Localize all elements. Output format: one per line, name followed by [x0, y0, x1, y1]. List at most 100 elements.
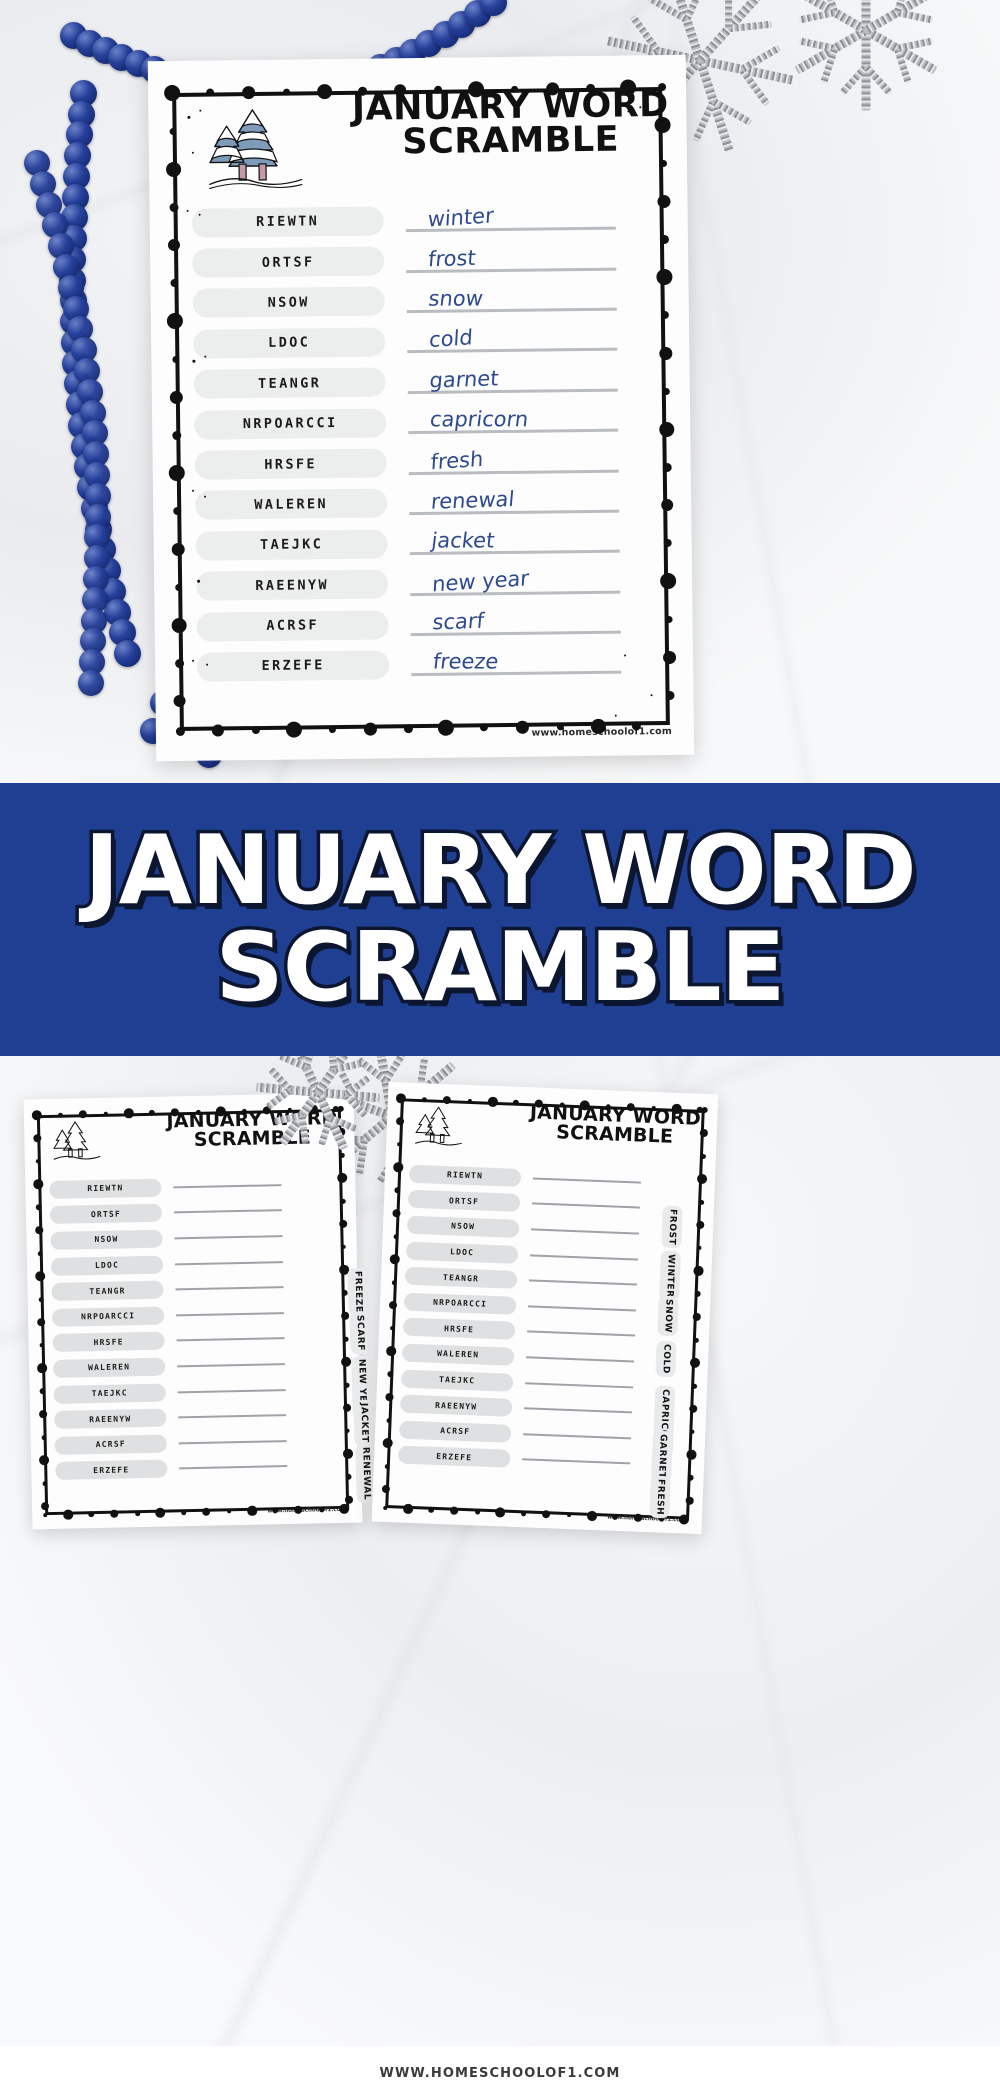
border-dot: [167, 238, 181, 252]
border-dot: [559, 1101, 565, 1108]
scrambled-word-pill: ORTSF: [192, 246, 385, 278]
snowflake-branch: [725, 0, 733, 29]
scrambled-word-pill: NSOW: [406, 1215, 520, 1238]
answer-line: [174, 1260, 284, 1265]
answer-field[interactable]: renewal: [409, 485, 620, 520]
scrambled-word-pill: ERZEFE: [55, 1459, 168, 1481]
answer-line: [524, 1407, 633, 1414]
border-dot: [659, 234, 669, 244]
scrambled-word-pill: RAEENYW: [195, 569, 389, 601]
border-dot: [403, 1503, 414, 1514]
border-dot: [171, 617, 187, 633]
border-dot: [686, 1449, 697, 1460]
answer-field[interactable]: cold: [407, 323, 618, 358]
answer-line: [529, 1279, 638, 1286]
border-dot: [39, 1410, 47, 1418]
answer-tab: SCARF: [349, 1311, 371, 1355]
border-dot: [294, 1506, 303, 1514]
scrambled-word-pill: RIEWTN: [49, 1178, 162, 1199]
border-dot: [282, 88, 290, 96]
border-dot: [341, 1244, 346, 1250]
answer-field[interactable]: frost: [406, 242, 617, 277]
border-dot: [41, 1434, 47, 1440]
answer-field[interactable]: jacket: [409, 525, 620, 560]
scrambled-word-pill: ERZEFE: [397, 1445, 511, 1469]
scrambled-word-pill: TEANGR: [51, 1280, 164, 1302]
border-dot: [285, 721, 303, 738]
answer-field[interactable]: scarf: [410, 606, 621, 641]
answer-line: [173, 1183, 282, 1189]
scrambled-word-pill: NSOW: [50, 1229, 163, 1250]
answer-line: [177, 1388, 286, 1393]
scrambled-word-pill: HRSFE: [194, 448, 387, 480]
border-dot: [35, 1204, 42, 1211]
border-dot: [39, 1388, 46, 1395]
scrambled-word-pill: WALEREN: [194, 488, 388, 521]
bottom-photo-panel: JANUARY WORD SCRAMBLE RIEWTN ORTSF NSOW LDO…: [0, 1056, 1000, 2046]
border-dot: [494, 1507, 506, 1518]
border-dot: [691, 1383, 697, 1389]
border-dot: [437, 719, 455, 736]
border-dot: [393, 1162, 404, 1173]
border-dot: [587, 1511, 597, 1521]
answer-field[interactable]: winter: [405, 202, 616, 237]
answer-field[interactable]: snow: [406, 283, 617, 318]
answer-tab: FROST: [661, 1205, 683, 1249]
border-dot: [42, 1480, 48, 1486]
footer-url: WWW.HOMESCHOOLOF1.COM: [0, 2046, 1000, 2100]
answer-line: [175, 1286, 284, 1291]
border-dot: [196, 579, 200, 583]
border-dot: [656, 194, 671, 208]
handwritten-answer: renewal: [430, 486, 516, 514]
border-dot: [180, 1509, 186, 1515]
border-dot: [394, 84, 407, 97]
word-scramble-rows: RIEWTN winter ORTSF frost NSOW snow LDOC cold TE…: [191, 197, 675, 687]
border-dot: [700, 1153, 706, 1159]
scrambled-word-pill: ACRSF: [398, 1420, 512, 1443]
border-dot: [168, 464, 185, 482]
word-scramble-row: ORTSF frost: [192, 237, 670, 283]
border-dot: [341, 1311, 349, 1320]
word-scramble-row: WALEREN renewal: [194, 480, 673, 526]
border-dot: [171, 1108, 179, 1117]
scrambled-word-pill: HRSFE: [52, 1331, 165, 1353]
snowy-pine-trees-icon-left: [53, 1120, 101, 1160]
answer-field[interactable]: new year: [410, 565, 621, 600]
border-dot: [344, 1382, 350, 1388]
border-dot: [391, 1279, 397, 1285]
scrambled-word-pill: ACRSF: [54, 1434, 167, 1455]
answer-field[interactable]: garnet: [407, 363, 618, 398]
answer-line: [530, 1228, 639, 1235]
word-scramble-row: TAEJKC jacket: [195, 520, 673, 566]
border-dot: [687, 1474, 694, 1481]
border-dot: [241, 1108, 247, 1114]
scrambled-word-pill: RAEENYW: [54, 1408, 167, 1430]
border-dot: [337, 1172, 348, 1183]
worksheet-title: JANUARY WORD SCRAMBLE: [350, 85, 671, 162]
answer-field[interactable]: freeze: [411, 646, 622, 681]
answer-tab: SNOW: [657, 1295, 679, 1337]
answer-tab: JACKET: [353, 1399, 375, 1447]
scrambled-word-pill: LDOC: [405, 1241, 519, 1264]
border-dot: [272, 1507, 279, 1514]
handwritten-answer: scarf: [431, 608, 486, 635]
border-dot: [110, 1509, 119, 1518]
blue-bead: [77, 670, 104, 696]
answer-line: [532, 1177, 641, 1184]
border-dot: [690, 1429, 695, 1435]
scrambled-word-pill: NRPOARCCI: [403, 1292, 517, 1315]
answer-tab: FRESH: [649, 1475, 671, 1519]
handwritten-answer: cold: [428, 325, 474, 353]
answer-field[interactable]: fresh: [408, 444, 619, 479]
handwritten-answer: frost: [427, 245, 477, 272]
border-dot: [171, 430, 181, 440]
answer-line: [179, 1465, 288, 1470]
border-dot: [134, 1510, 140, 1516]
scrambled-word-pill: ACRSF: [196, 610, 389, 642]
border-dot: [696, 1220, 705, 1230]
answer-field[interactable]: capricorn: [408, 404, 619, 439]
border-dot: [33, 1179, 44, 1190]
handwritten-answer: jacket: [430, 528, 496, 553]
border-dot: [515, 720, 529, 734]
border-dot: [37, 1250, 43, 1256]
